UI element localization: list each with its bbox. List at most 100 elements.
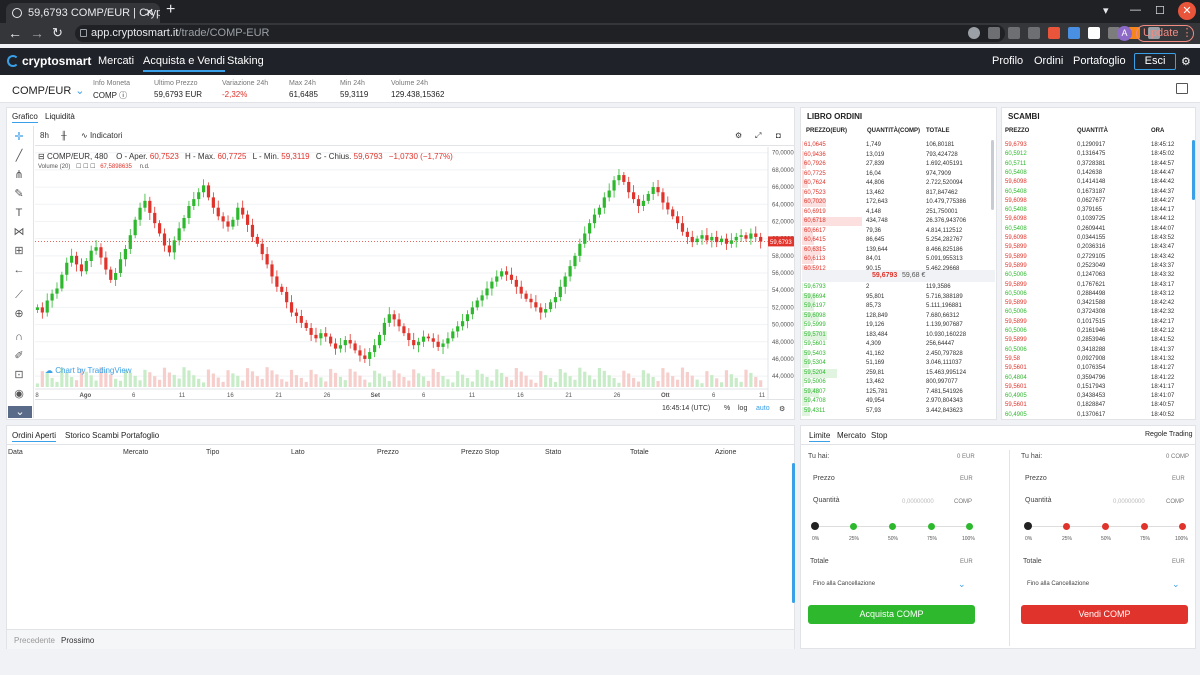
close-tab-icon[interactable]: ✕ [145, 3, 154, 23]
layout-icon[interactable] [1176, 83, 1188, 94]
bid-price[interactable]: 59,4311 [804, 407, 825, 416]
sell-qty-input[interactable]: 0,00000000 [1113, 499, 1145, 505]
next-page-button[interactable]: Prossimo [61, 636, 94, 645]
buy-tif-select[interactable]: Fino alla Cancellazione ⌄ [813, 579, 966, 589]
bid-price[interactable]: 59,5204 [804, 369, 826, 378]
percent-toggle[interactable]: % [724, 405, 730, 412]
collapse-toolbar-icon[interactable]: ⌄ [8, 406, 32, 418]
bid-price[interactable]: 59,5999 [804, 321, 826, 330]
bid-price[interactable]: 59,6197 [804, 302, 826, 311]
eye-off-icon[interactable] [988, 27, 1000, 39]
ask-price[interactable]: 60,6415 [804, 236, 826, 245]
forecast-icon[interactable]: ⊞ [12, 245, 26, 257]
pair-selector[interactable]: COMP/EUR ⌄ [12, 84, 85, 97]
extension-lastpass-icon[interactable] [1048, 27, 1060, 39]
bid-price[interactable]: 59,5304 [804, 359, 826, 368]
tab-grafico[interactable]: Grafico [12, 112, 38, 123]
tab-limite[interactable]: Limite [809, 431, 831, 442]
ask-price[interactable]: 60,6113 [804, 255, 825, 264]
logout-button[interactable]: Esci [1134, 53, 1176, 70]
trades-scrollbar[interactable] [1192, 140, 1195, 200]
url-field[interactable]: app.cryptosmart.it/trade/COMP-EUR [75, 25, 1005, 42]
nav-mercati[interactable]: Mercati [98, 55, 134, 67]
tab-portafoglio[interactable]: Portafoglio [121, 431, 159, 440]
tab-liquidita[interactable]: Liquidità [45, 112, 75, 121]
ask-price[interactable]: 60,7523 [804, 189, 826, 198]
zoom-in-icon[interactable]: ⊕ [12, 308, 26, 320]
update-button[interactable]: Update ⋮ [1136, 25, 1194, 42]
axis-settings-icon[interactable]: ⚙ [779, 405, 785, 413]
sell-percent-slider[interactable]: 0% 25% 50% 75% 100% [1024, 522, 1188, 542]
brush-icon[interactable]: ✎ [12, 188, 26, 200]
tradingview-link[interactable]: ☁ Chart by TradingView [45, 366, 132, 375]
ruler-icon[interactable]: ⟋ [12, 289, 26, 301]
buy-percent-slider[interactable]: 0% 25% 50% 75% 100% [811, 522, 975, 542]
bid-price[interactable]: 59,6793 [804, 283, 826, 292]
sell-total-input[interactable]: EUR [1172, 559, 1185, 565]
magnet-icon[interactable]: ∩ [12, 331, 26, 343]
bid-price[interactable]: 59,5006 [804, 378, 826, 387]
bid-price[interactable]: 59,5701 [804, 331, 826, 340]
ask-price[interactable]: 60,6919 [804, 208, 826, 217]
profile-avatar[interactable]: A [1117, 26, 1132, 41]
forward-icon[interactable]: → [30, 25, 44, 41]
nav-ordini[interactable]: Ordini [1034, 55, 1063, 67]
sell-price-input[interactable]: EUR [1172, 476, 1185, 482]
prev-page-button[interactable]: Precedente [14, 636, 55, 645]
tab-stop[interactable]: Stop [871, 431, 887, 440]
reload-icon[interactable]: ↻ [52, 25, 63, 41]
ask-price[interactable]: 60,7725 [804, 170, 826, 179]
lock-drawing-icon[interactable]: ⊡ [12, 369, 26, 381]
legend-collapse-icon[interactable]: ⊟ [38, 152, 45, 161]
back-arrow-icon[interactable]: ← [12, 264, 26, 276]
buy-slider-handle[interactable] [811, 522, 819, 530]
back-icon[interactable]: ← [8, 25, 22, 41]
sell-button[interactable]: Vendi COMP [1021, 605, 1188, 624]
bid-price[interactable]: 59,5403 [804, 350, 826, 359]
nav-profilo[interactable]: Profilo [992, 55, 1023, 67]
crosshair-icon[interactable]: ✛ [12, 131, 26, 143]
legend-symbol[interactable]: COMP/EUR, 480 [47, 152, 108, 161]
new-tab-icon[interactable]: + [166, 1, 175, 19]
fib-icon[interactable]: ⋔ [12, 169, 26, 181]
tab-search-icon[interactable]: ▾ [1103, 4, 1109, 17]
bid-price[interactable]: 59,4708 [804, 397, 826, 406]
browser-tab[interactable]: 59,6793 COMP/EUR | Cryp ✕ [6, 3, 160, 23]
auto-toggle[interactable]: auto [756, 405, 770, 412]
ask-price[interactable]: 60,7926 [804, 160, 826, 169]
bid-price[interactable]: 59,4807 [804, 388, 826, 397]
orders-scrollbar[interactable] [792, 463, 795, 603]
window-close-icon[interactable]: ✕ [1178, 2, 1196, 20]
bid-price[interactable]: 59,6694 [804, 293, 826, 302]
app-logo[interactable]: cryptosmart [7, 54, 91, 68]
ob-scrollbar[interactable] [991, 140, 994, 210]
ask-price[interactable]: 61,0645 [804, 141, 826, 150]
buy-total-input[interactable]: EUR [960, 559, 973, 565]
tab-storico-scambi[interactable]: Storico Scambi [65, 431, 119, 440]
buy-qty-input[interactable]: 0,00000000 [902, 499, 934, 505]
extension-gmail-icon[interactable] [1088, 27, 1100, 39]
sell-tif-select[interactable]: Fino alla Cancellazione ⌄ [1027, 579, 1180, 589]
eye-icon[interactable]: ◉ [12, 388, 26, 400]
pattern-icon[interactable]: ⋈ [12, 226, 26, 238]
minimize-icon[interactable]: — [1130, 4, 1141, 16]
log-toggle[interactable]: log [738, 405, 747, 412]
indicators-button[interactable]: ∿ Indicatori [81, 131, 122, 140]
chart-settings-icon[interactable]: ⚙ [735, 131, 742, 140]
star-icon[interactable] [1028, 27, 1040, 39]
text-icon[interactable]: T [12, 207, 26, 219]
settings-icon[interactable]: ⚙ [1181, 55, 1193, 68]
nav-portafoglio[interactable]: Portafoglio [1073, 55, 1126, 67]
pencil-lock-icon[interactable]: ✐ [12, 350, 26, 362]
share-icon[interactable] [1008, 27, 1020, 39]
ask-price[interactable]: 60,7624 [804, 179, 826, 188]
tab-ordini-aperti[interactable]: Ordini Aperti [12, 431, 57, 442]
bid-price[interactable]: 59,5601 [804, 340, 826, 349]
extension-shield-icon[interactable] [1068, 27, 1080, 39]
ask-price[interactable]: 60,9436 [804, 151, 826, 160]
trading-rules-link[interactable]: Regole Trading [1145, 431, 1192, 438]
camera-icon[interactable]: ◘ [776, 131, 781, 140]
maximize-icon[interactable]: ☐ [1155, 4, 1165, 17]
buy-button[interactable]: Acquista COMP [808, 605, 975, 624]
buy-price-input[interactable]: EUR [960, 476, 973, 482]
